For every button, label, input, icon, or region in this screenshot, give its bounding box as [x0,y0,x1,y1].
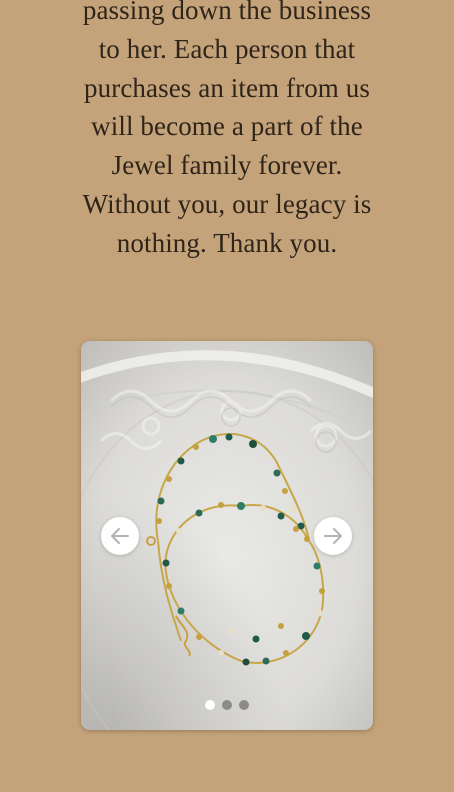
next-slide-button[interactable] [314,517,352,555]
arrow-right-icon [324,528,342,544]
story-line: nothing. Thank you. [116,227,338,258]
slide-indicator-dots [81,700,373,712]
arrow-left-icon [111,528,129,544]
slide-dot-1[interactable] [205,700,215,710]
product-image-carousel[interactable] [81,341,373,730]
story-line: will become a part of the [91,111,363,142]
story-line: Jewel family forever. [111,150,343,181]
slide-dot-3[interactable] [239,700,249,710]
story-line: purchases an item from us [84,72,370,103]
story-line: passing down the business [82,0,372,25]
story-text: passing down the business to her. Each p… [0,0,454,263]
story-line: to her. Each person that [98,33,356,64]
story-line: Without you, our legacy is [82,188,372,219]
slide-dot-2[interactable] [222,700,232,710]
previous-slide-button[interactable] [101,517,139,555]
